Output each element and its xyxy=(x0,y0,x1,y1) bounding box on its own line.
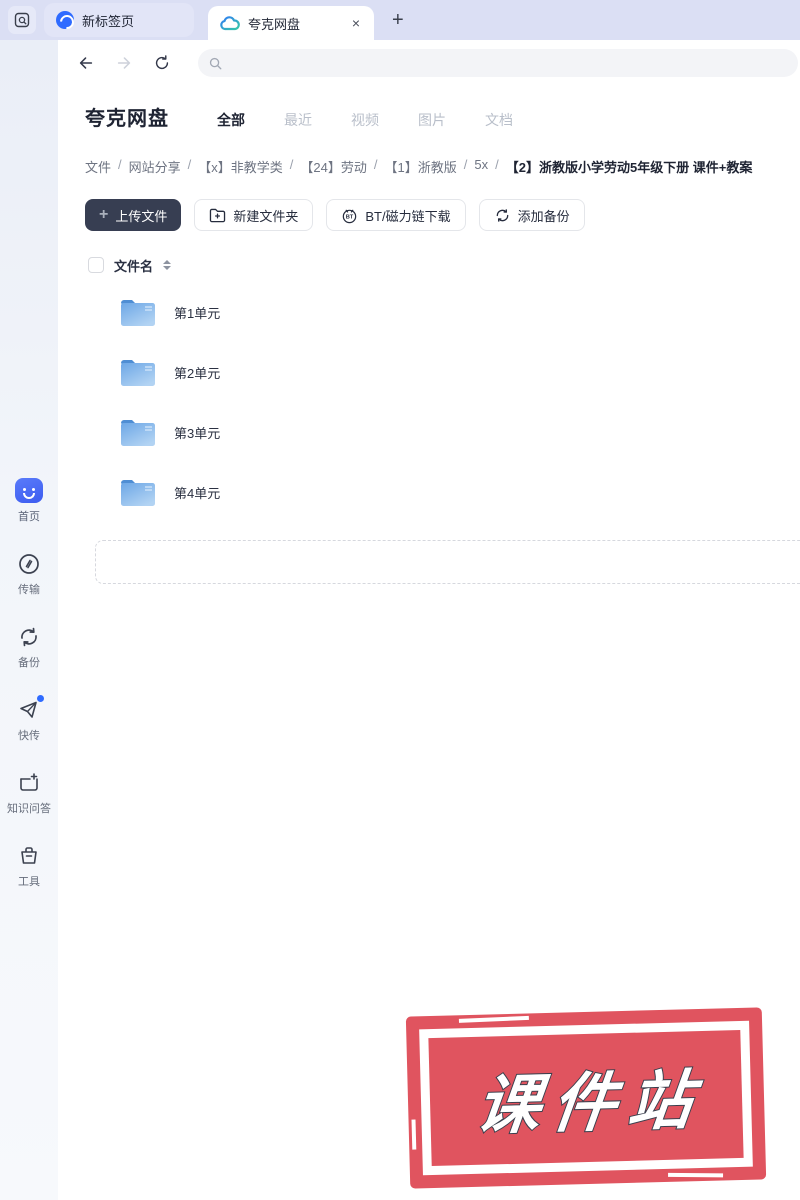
add-backup-button[interactable]: 添加备份 xyxy=(478,199,585,231)
upload-file-button[interactable]: + 上传文件 xyxy=(85,199,182,231)
address-search-bar[interactable] xyxy=(198,49,798,77)
breadcrumb-item[interactable]: 【24】劳动 xyxy=(300,157,366,176)
browser-nav-bar xyxy=(58,40,800,86)
tab-document[interactable]: 文档 xyxy=(485,110,513,130)
sidebar-item-label: 知识问答 xyxy=(7,803,51,815)
browser-tab-newtab[interactable]: 新标签页 xyxy=(44,3,194,37)
breadcrumb-item[interactable]: 【x】非教学类 xyxy=(198,157,283,176)
breadcrumb-item[interactable]: 5x xyxy=(474,157,488,176)
toolbar: + 上传文件 新建文件夹 BT BT/磁力链下载 添加备份 xyxy=(85,199,800,231)
sidebar-item-label: 快传 xyxy=(18,730,40,742)
file-list: 第1单元 第2单元 第3单元 第4单元 xyxy=(85,282,800,522)
tab-all[interactable]: 全部 xyxy=(217,110,245,130)
backup-sync-icon xyxy=(15,624,43,649)
folder-name: 第2单元 xyxy=(174,365,221,381)
filter-tabs: 全部 最近 视频 图片 文档 xyxy=(217,110,513,130)
sidebar-item-backup[interactable]: 备份 xyxy=(0,624,58,670)
breadcrumb-separator: / xyxy=(463,157,468,172)
breadcrumb-item[interactable]: 网站分享 xyxy=(129,157,181,176)
sort-icon[interactable] xyxy=(163,260,172,270)
forward-arrow-icon xyxy=(117,57,131,69)
breadcrumb-separator: / xyxy=(289,157,294,172)
folder-icon xyxy=(121,420,155,446)
bt-download-icon: BT xyxy=(343,209,357,223)
folder-row[interactable]: 第3单元 xyxy=(85,402,800,462)
upload-dropzone[interactable] xyxy=(95,540,800,584)
breadcrumb-separator: / xyxy=(495,157,499,172)
folder-icon xyxy=(121,300,155,326)
breadcrumb-separator: / xyxy=(118,157,122,172)
filename-column-header[interactable]: 文件名 xyxy=(114,256,153,275)
folder-row[interactable]: 第1单元 xyxy=(85,282,800,342)
sidebar-item-home[interactable]: 首页 xyxy=(0,478,58,524)
browser-tab-quark-drive[interactable]: 夸克网盘 × xyxy=(208,6,374,40)
folder-row[interactable]: 第4单元 xyxy=(85,462,800,522)
sidebar-item-label: 传输 xyxy=(18,584,40,596)
tab-close-icon[interactable]: × xyxy=(350,14,362,32)
forward-button[interactable] xyxy=(110,49,138,77)
tab-video[interactable]: 视频 xyxy=(351,110,379,130)
back-arrow-icon xyxy=(79,57,93,69)
file-list-header: 文件名 xyxy=(85,256,800,274)
folder-plus-icon xyxy=(210,208,226,222)
tab-image[interactable]: 图片 xyxy=(418,110,446,130)
sidebar-item-tools[interactable]: 工具 xyxy=(0,843,58,889)
breadcrumb: 文件 / 网站分享 / 【x】非教学类 / 【24】劳动 / 【1】浙教版 / … xyxy=(85,157,800,176)
breadcrumb-item[interactable]: 【1】浙教版 xyxy=(385,157,457,176)
folder-icon xyxy=(121,480,155,506)
bt-magnet-download-button[interactable]: BT BT/磁力链下载 xyxy=(326,199,466,231)
back-button[interactable] xyxy=(72,49,100,77)
sidebar-item-knowledge-qa[interactable]: 知识问答 xyxy=(0,770,58,816)
sidebar-item-quick-transfer[interactable]: 快传 xyxy=(0,695,58,743)
notification-dot xyxy=(37,695,44,702)
knowledge-qa-icon xyxy=(15,770,43,795)
new-folder-button[interactable]: 新建文件夹 xyxy=(194,199,314,231)
tab-search-button[interactable] xyxy=(8,6,36,34)
refresh-icon xyxy=(155,55,169,70)
home-icon xyxy=(15,478,43,503)
transfer-icon xyxy=(15,551,43,576)
select-all-checkbox[interactable] xyxy=(88,257,104,273)
tab-search-icon xyxy=(14,12,30,28)
svg-text:BT: BT xyxy=(346,214,354,220)
address-search-input[interactable] xyxy=(229,55,788,71)
breadcrumb-separator: / xyxy=(373,157,378,172)
tab-title: 夸克网盘 xyxy=(248,16,301,32)
search-icon xyxy=(209,57,222,69)
sidebar-item-label: 备份 xyxy=(18,657,40,669)
folder-name: 第3单元 xyxy=(174,425,221,441)
tab-recent[interactable]: 最近 xyxy=(284,110,312,130)
watermark-text: 课件站 xyxy=(471,1063,709,1143)
folder-name: 第4单元 xyxy=(174,485,221,501)
refresh-button[interactable] xyxy=(148,49,176,77)
sidebar-item-transfer[interactable]: 传输 xyxy=(0,551,58,597)
page-title: 夸克网盘 xyxy=(85,108,169,130)
folder-row[interactable]: 第2单元 xyxy=(85,342,800,402)
app-sidebar: 首页 传输 备份 快传 知识问答 工具 xyxy=(0,40,58,1200)
sync-icon xyxy=(496,208,508,222)
breadcrumb-separator: / xyxy=(187,157,192,172)
sidebar-item-label: 工具 xyxy=(18,876,40,888)
paper-plane-icon xyxy=(15,695,44,722)
browser-tab-bar: 新标签页 夸克网盘 × + xyxy=(0,0,800,40)
tab-title: 新标签页 xyxy=(82,13,135,29)
cloud-drive-icon xyxy=(220,15,240,30)
new-tab-button[interactable]: + xyxy=(386,7,410,34)
sidebar-item-label: 首页 xyxy=(18,511,40,523)
watermark-stamp: 课件站 xyxy=(405,1007,767,1189)
breadcrumb-item[interactable]: 文件 xyxy=(85,157,111,176)
quark-logo-icon xyxy=(56,11,74,29)
folder-icon xyxy=(121,360,155,386)
breadcrumb-item-current: 【2】浙教版小学劳动5年级下册 课件+教案 xyxy=(505,160,753,175)
folder-name: 第1单元 xyxy=(174,305,221,321)
toolbox-icon xyxy=(15,843,43,868)
plus-icon: + xyxy=(99,206,109,223)
